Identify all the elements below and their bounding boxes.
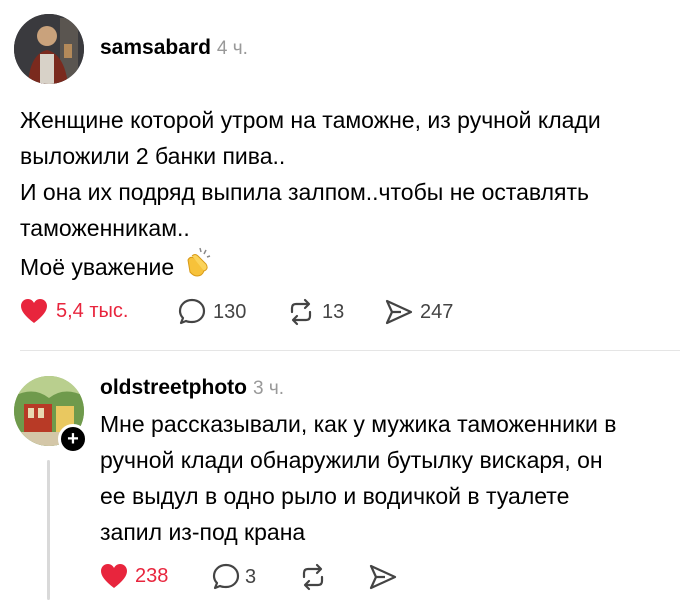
comment-bubble-icon (178, 298, 206, 326)
post-line: Женщине которой утром на таможне, из руч… (20, 107, 601, 133)
reply-share-button[interactable] (368, 563, 398, 591)
reply-line: ручной клади обнаружили бутылку вискаря,… (100, 447, 603, 473)
repost-button[interactable]: 13 (286, 298, 344, 326)
post-line: таможенникам.. (20, 215, 190, 241)
reply-line: запил из-под крана (100, 519, 306, 545)
reply-line: ее выдул в одно рыло и водичкой в туалет… (100, 483, 570, 509)
post-line: Моё уважение (20, 254, 175, 280)
clapping-hands-icon (182, 246, 214, 288)
like-button[interactable]: 5,4 тыс. (20, 298, 128, 324)
post-timestamp: 4 ч. (216, 38, 248, 59)
reply-username[interactable]: oldstreetphoto (100, 376, 247, 400)
comment-bubble-icon (212, 563, 240, 591)
divider (20, 350, 680, 351)
share-count: 247 (420, 300, 454, 323)
thread-line (47, 460, 50, 600)
post-username[interactable]: samsabard (100, 36, 211, 60)
post-body: Женщине которой утром на таможне, из руч… (20, 102, 690, 288)
reply-comment-count: 3 (245, 565, 257, 588)
comment-count: 130 (213, 300, 247, 323)
reply-timestamp: 3 ч. (253, 378, 285, 399)
repost-count: 13 (322, 300, 345, 323)
repost-icon (298, 563, 328, 591)
reply-comment-button[interactable]: 3 (212, 563, 256, 591)
repost-icon (286, 298, 316, 326)
reply-body: Мне рассказывали, как у мужика таможенни… (100, 406, 690, 550)
follow-plus-button[interactable]: + (58, 424, 88, 454)
share-button[interactable]: 247 (384, 298, 453, 326)
post-line: И она их подряд выпила залпом..чтобы не … (20, 179, 590, 205)
send-icon (368, 563, 398, 591)
reply-repost-button[interactable] (298, 563, 328, 591)
heart-filled-icon (20, 298, 48, 324)
reply-like-button[interactable]: 238 (100, 563, 168, 589)
comment-button[interactable]: 130 (178, 298, 246, 326)
reply-line: Мне рассказывали, как у мужика таможенни… (100, 411, 617, 437)
post-line: выложили 2 банки пива.. (20, 143, 286, 169)
post-author-avatar[interactable] (14, 14, 84, 84)
plus-icon: + (67, 428, 79, 450)
reply-like-count: 238 (135, 564, 169, 587)
like-count: 5,4 тыс. (56, 299, 129, 322)
heart-filled-icon (100, 563, 128, 589)
send-icon (384, 298, 414, 326)
